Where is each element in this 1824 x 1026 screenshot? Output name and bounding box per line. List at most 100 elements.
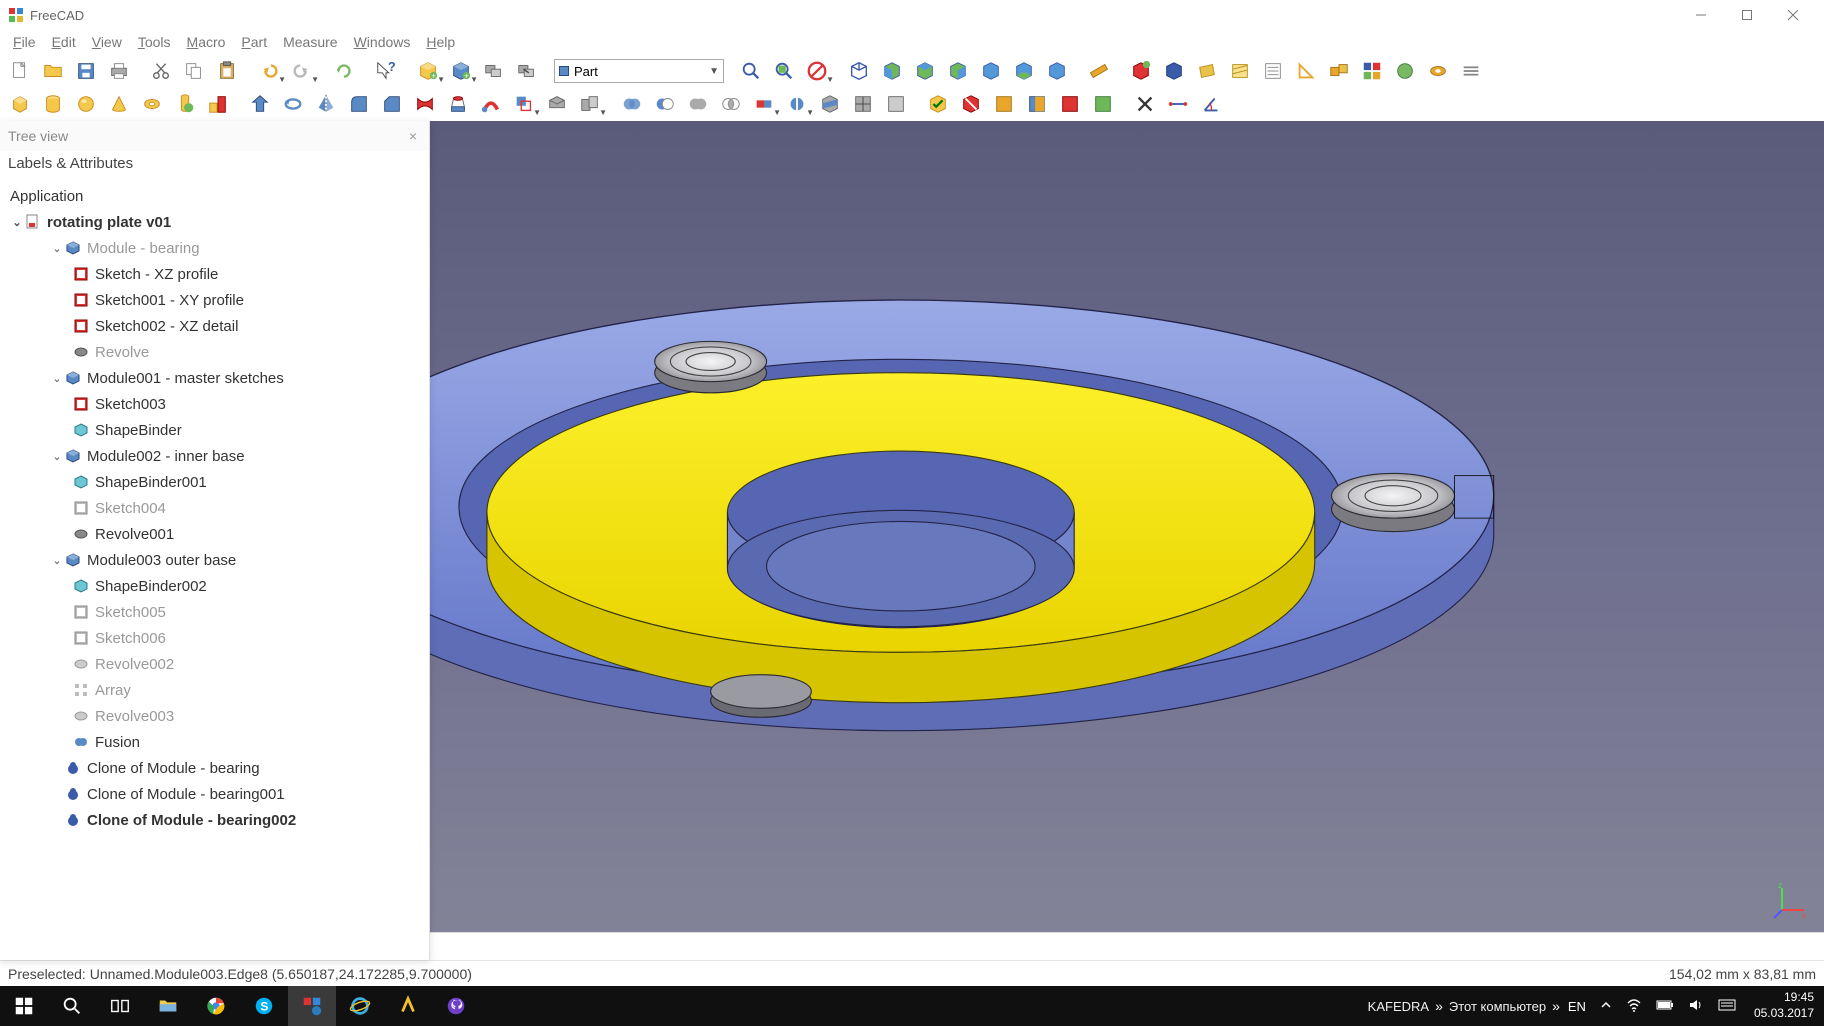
app-taskbar-icon[interactable] [384,986,432,1026]
menu-edit[interactable]: Edit [44,32,84,52]
link-button[interactable] [512,56,542,86]
menu-tools[interactable]: Tools [130,32,179,52]
start-button[interactable] [0,986,48,1026]
cut-bool-button[interactable] [650,89,680,119]
tree-item[interactable]: ⌄Module - bearing [0,235,429,261]
open-file-button[interactable] [38,56,68,86]
left-view-button[interactable] [1042,56,1072,86]
tree-document[interactable]: ⌄ rotating plate v01 [0,209,429,235]
undo-button[interactable]: ▼ [254,56,284,86]
intersect-button[interactable] [716,89,746,119]
github-taskbar-icon[interactable] [432,986,480,1026]
save-button[interactable] [71,56,101,86]
tree-item[interactable]: ShapeBinder001 [0,469,429,495]
maximize-button[interactable] [1724,0,1770,30]
close-button[interactable] [1770,0,1816,30]
volume-icon[interactable] [1688,997,1704,1016]
appearance-1-button[interactable] [989,89,1019,119]
loft-button[interactable] [443,89,473,119]
menu-view[interactable]: View [84,32,130,52]
chamfer-button[interactable] [377,89,407,119]
zoom-selection-button[interactable] [769,56,799,86]
whats-this-button[interactable]: ? [371,56,401,86]
keyboard-icon[interactable] [1718,999,1736,1014]
multi-box-button[interactable] [1324,56,1354,86]
taskbar-clock[interactable]: 19:45 05.03.2017 [1744,990,1824,1021]
prim-cylinder-button[interactable] [38,89,68,119]
tree-item[interactable]: Revolve003 [0,703,429,729]
tree-item[interactable]: ShapeBinder002 [0,573,429,599]
tree-item[interactable]: Sketch - XZ profile [0,261,429,287]
prim-cone-button[interactable] [104,89,134,119]
offset-button[interactable]: ▼ [509,89,539,119]
tree-item[interactable]: ⌄Module002 - inner base [0,443,429,469]
prim-torus-button[interactable] [137,89,167,119]
measure-angular-button[interactable] [1196,89,1226,119]
wifi-icon[interactable] [1626,997,1642,1016]
appearance-2-button[interactable] [1022,89,1052,119]
menu-part[interactable]: Part [233,32,275,52]
tree-item[interactable]: Fusion [0,729,429,755]
tree-item[interactable]: Sketch006 [0,625,429,651]
taskbar-text-1[interactable]: KAFEDRA [1362,999,1435,1014]
tree-panel-close-button[interactable]: × [401,124,425,148]
compound-button[interactable]: ▼ [575,89,605,119]
bottom-view-button[interactable] [1009,56,1039,86]
chrome-taskbar-icon[interactable] [192,986,240,1026]
fillet-button[interactable] [344,89,374,119]
sphere-button[interactable] [1390,56,1420,86]
minimize-button[interactable] [1678,0,1724,30]
part-plane-button[interactable] [1192,56,1222,86]
split-button[interactable]: ▼ [782,89,812,119]
section-button[interactable] [815,89,845,119]
tree-item[interactable]: Sketch005 [0,599,429,625]
tree-item[interactable]: Array [0,677,429,703]
prim-tube-button[interactable] [170,89,200,119]
draw-style-button[interactable]: ▼ [802,56,832,86]
part-list-button[interactable] [1258,56,1288,86]
prim-sphere-button[interactable] [71,89,101,119]
tree-item[interactable]: ShapeBinder [0,417,429,443]
part-cube-button[interactable] [1159,56,1189,86]
new-file-button[interactable] [5,56,35,86]
iso-view-button[interactable] [844,56,874,86]
union-button[interactable] [683,89,713,119]
measure-linear-button[interactable] [1163,89,1193,119]
task-view-button[interactable] [96,986,144,1026]
part-box-button[interactable] [1126,56,1156,86]
proj-button[interactable] [881,89,911,119]
more-button[interactable] [1456,56,1486,86]
ie-taskbar-icon[interactable] [336,986,384,1026]
workbench-selector[interactable]: Part ▼ [554,59,724,83]
tree-root[interactable]: Application [0,183,429,209]
check-button[interactable] [923,89,953,119]
search-button[interactable] [48,986,96,1026]
freecad-taskbar-icon[interactable] [288,986,336,1026]
tree-item[interactable]: ⌄Module003 outer base [0,547,429,573]
tree-item[interactable]: Revolve002 [0,651,429,677]
tree-item[interactable]: Sketch002 - XZ detail [0,313,429,339]
front-view-button[interactable] [877,56,907,86]
skype-taskbar-icon[interactable]: S [240,986,288,1026]
extrude-button[interactable] [245,89,275,119]
thickness-button[interactable] [542,89,572,119]
tree-item[interactable]: Clone of Module - bearing [0,755,429,781]
part-hatch-button[interactable] [1225,56,1255,86]
language-indicator[interactable]: EN [1568,999,1586,1014]
delete-button[interactable] [1130,89,1160,119]
appearance-3-button[interactable] [1055,89,1085,119]
tree-item[interactable]: Sketch004 [0,495,429,521]
group-button[interactable] [479,56,509,86]
tree-body[interactable]: Application ⌄ rotating plate v01 ⌄Module… [0,179,429,960]
cross-button[interactable] [848,89,878,119]
zoom-fit-button[interactable] [736,56,766,86]
prim-builder-button[interactable] [203,89,233,119]
copy-button[interactable] [179,56,209,86]
menu-macro[interactable]: Macro [179,32,234,52]
tree-item[interactable]: Sketch001 - XY profile [0,287,429,313]
color-button[interactable] [1357,56,1387,86]
mirror-button[interactable] [311,89,341,119]
measure-button[interactable] [1084,56,1114,86]
defeature-button[interactable] [956,89,986,119]
appearance-4-button[interactable] [1088,89,1118,119]
